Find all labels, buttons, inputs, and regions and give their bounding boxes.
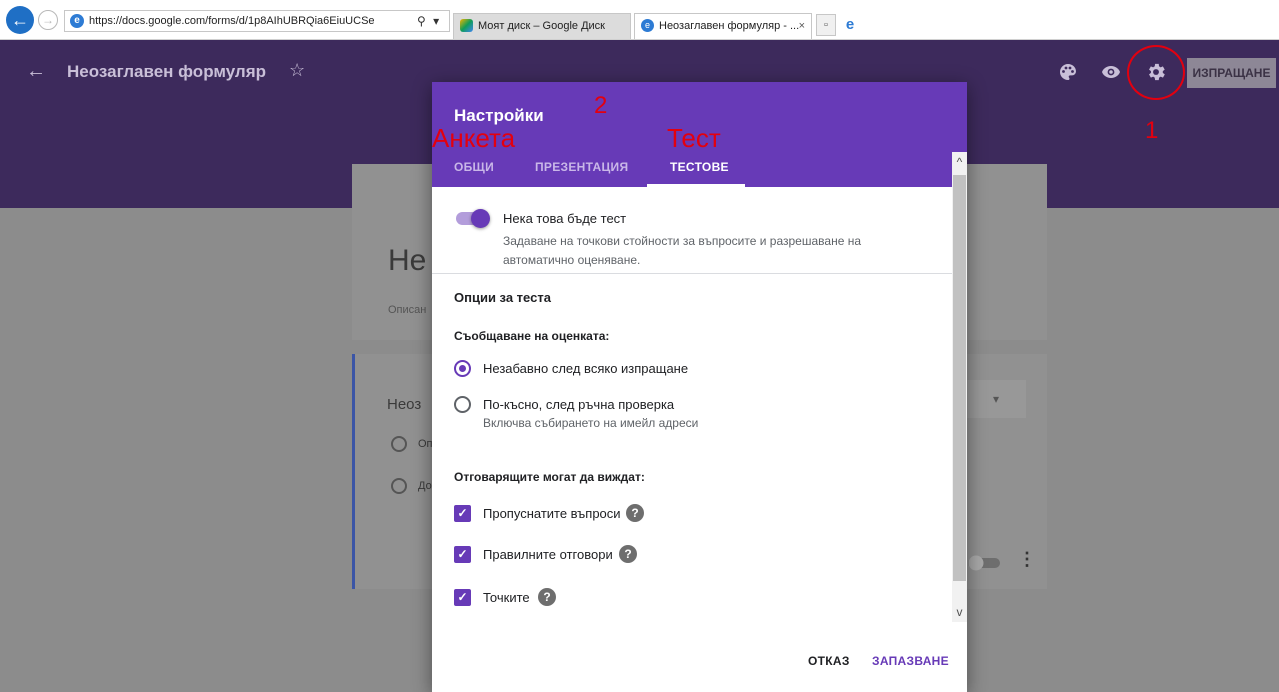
quiz-toggle[interactable]: [454, 209, 490, 228]
back-arrow-icon[interactable]: ←: [6, 6, 34, 34]
point-values-label[interactable]: Точките: [483, 590, 530, 605]
active-tab-indicator: [647, 184, 745, 187]
browser-toolbar: ← → e https://docs.google.com/forms/d/1p…: [0, 0, 1279, 40]
help-icon[interactable]: ?: [538, 588, 556, 606]
tab-drive[interactable]: Моят диск – Google Диск: [453, 13, 631, 39]
tab-presentation[interactable]: ПРЕЗЕНТАЦИЯ: [535, 160, 628, 174]
respondents-see-title: Отговарящите могат да виждат:: [454, 470, 645, 484]
drive-logo-icon: [460, 19, 473, 32]
star-icon[interactable]: ☆: [289, 60, 305, 81]
send-button[interactable]: ИЗПРАЩАНЕ: [1187, 58, 1276, 88]
form-title: Неозаглавен формуляр: [67, 62, 267, 81]
annotation-number-1: 1: [1145, 117, 1159, 144]
address-bar[interactable]: e https://docs.google.com/forms/d/1p8AIh…: [64, 10, 450, 32]
checkbox-missed-questions[interactable]: ✓: [454, 505, 471, 522]
radio-immediately[interactable]: [454, 360, 471, 377]
radio-later-label[interactable]: По-късно, след ръчна проверка: [483, 397, 674, 412]
tab-quizzes[interactable]: ТЕСТОВЕ: [670, 160, 729, 174]
option-fragment: До: [418, 480, 432, 492]
forward-arrow-icon[interactable]: →: [38, 10, 58, 30]
form-description-fragment: Описан: [388, 304, 427, 316]
annotation-number-2: 2: [594, 92, 608, 119]
scrollbar-thumb[interactable]: [953, 175, 966, 581]
cancel-button[interactable]: ОТКАЗ: [808, 654, 850, 668]
toggle-knob: [471, 209, 490, 228]
tab-general[interactable]: ОБЩИ: [454, 160, 494, 174]
radio-later-description: Включва събирането на имейл адреси: [483, 416, 699, 430]
missed-questions-label[interactable]: Пропуснатите въпроси: [483, 506, 621, 521]
option-fragment: Оп: [418, 438, 433, 450]
quiz-toggle-description: Задаване на точкови стойности за въпроси…: [503, 234, 862, 267]
annotation-circle: [1127, 45, 1185, 100]
save-button[interactable]: ЗАПАЗВАНЕ: [872, 654, 949, 668]
required-toggle-icon: [968, 555, 1000, 571]
more-vertical-icon: ⋮: [1018, 549, 1036, 569]
address-bar-icons[interactable]: ⚲ ▾ 🔒 ↻: [413, 11, 449, 31]
settings-dialog: Настройки ОБЩИ ПРЕЗЕНТАЦИЯ ТЕСТОВЕ ^ v Н…: [432, 82, 967, 692]
chevron-down-icon: ▾: [966, 380, 1026, 418]
ie-page-icon: e: [641, 19, 654, 32]
radio-later[interactable]: [454, 396, 471, 413]
radio-immediately-label[interactable]: Незабавно след всяко изпращане: [483, 361, 688, 376]
radio-option-icon: [391, 478, 407, 494]
palette-icon[interactable]: [1058, 62, 1078, 82]
annotation-test: Тест: [667, 123, 721, 153]
form-title-fragment: Не: [388, 244, 427, 277]
help-icon[interactable]: ?: [626, 504, 644, 522]
quiz-options-title: Опции за теста: [454, 290, 551, 305]
checkbox-point-values[interactable]: ✓: [454, 589, 471, 606]
radio-option-icon: [391, 436, 407, 452]
question-title-fragment: Неоз: [387, 396, 422, 413]
edge-logo-icon[interactable]: e: [840, 14, 860, 36]
divider: [432, 273, 952, 274]
scroll-down-icon[interactable]: v: [952, 602, 967, 622]
quiz-toggle-label: Нека това бъде тест: [503, 211, 627, 226]
ie-logo-icon: e: [70, 14, 84, 28]
address-url: https://docs.google.com/forms/d/1p8AIhUB…: [89, 15, 375, 27]
new-tab-icon[interactable]: ▫: [816, 14, 836, 36]
back-arrow-icon[interactable]: ←: [26, 60, 46, 83]
correct-answers-label[interactable]: Правилните отговори: [483, 547, 613, 562]
scroll-up-icon[interactable]: ^: [952, 152, 967, 172]
tab-close-icon[interactable]: ×: [799, 14, 805, 38]
help-icon[interactable]: ?: [619, 545, 637, 563]
annotation-survey: Анкета: [432, 123, 516, 153]
tab-forms[interactable]: e Неозаглавен формуляр - ... ×: [634, 13, 812, 39]
release-grade-title: Съобщаване на оценката:: [454, 329, 610, 343]
checkbox-correct-answers[interactable]: ✓: [454, 546, 471, 563]
tab-drive-label: Моят диск – Google Диск: [478, 20, 605, 32]
preview-eye-icon[interactable]: [1101, 64, 1121, 80]
tab-forms-label: Неозаглавен формуляр - ...: [659, 20, 800, 32]
